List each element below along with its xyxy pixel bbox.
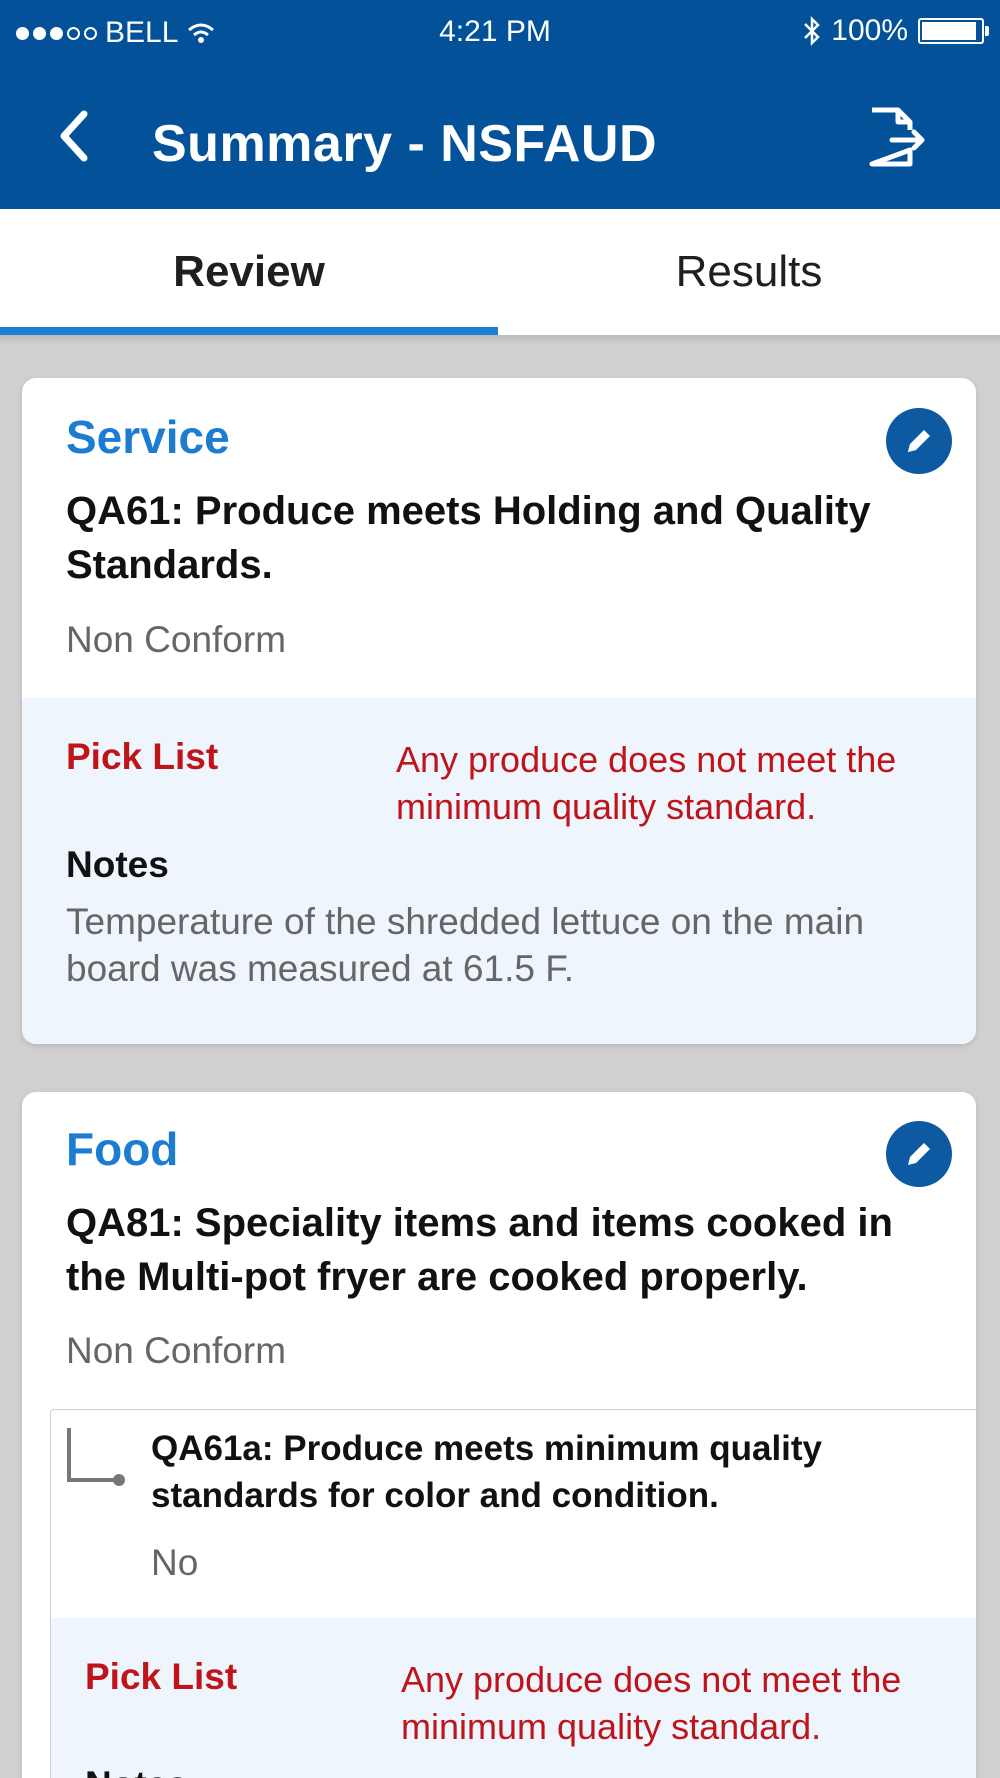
details-panel: Pick List Any produce does not meet the …	[22, 698, 976, 1044]
notes-label: Notes	[66, 844, 169, 885]
back-arrow-icon[interactable]	[52, 106, 92, 166]
pick-list-label: Pick List	[66, 736, 219, 777]
export-document-icon[interactable]	[864, 106, 930, 168]
tab-bar: Review Results	[0, 209, 1000, 335]
screen: BELL 4:21 PM 100% Summary - NSFAUD Revie…	[0, 0, 1000, 1778]
branch-connector-icon	[67, 1428, 125, 1486]
sub-question: QA61a: Produce meets minimum quality sta…	[50, 1409, 976, 1778]
sub-answer-status: No	[151, 1542, 199, 1583]
status-bar: BELL 4:21 PM 100%	[0, 0, 1000, 68]
status-right: 100%	[803, 14, 989, 48]
review-card-food: Food QA81: Speciality items and items co…	[22, 1092, 976, 1778]
card-category: Food	[66, 1123, 179, 1175]
card-category: Service	[66, 411, 230, 463]
page-title: Summary - NSFAUD	[152, 115, 657, 173]
question-text: QA81: Speciality items and items cooked …	[66, 1201, 893, 1299]
app-header: BELL 4:21 PM 100% Summary - NSFAUD	[0, 0, 1000, 209]
tab-shadow	[0, 335, 1000, 345]
nav-bar: Summary - NSFAUD	[0, 68, 1000, 209]
sub-question-text: QA61a: Produce meets minimum quality sta…	[151, 1429, 823, 1515]
sub-details-panel: Pick List Any produce does not meet the …	[51, 1618, 976, 1778]
edit-button[interactable]	[886, 408, 952, 474]
pencil-icon	[908, 1143, 930, 1165]
tab-review[interactable]: Review	[0, 209, 498, 335]
tab-results[interactable]: Results	[500, 209, 998, 335]
answer-status: Non Conform	[66, 619, 287, 660]
bluetooth-icon	[804, 15, 821, 47]
battery-percent: 100%	[831, 14, 908, 47]
battery-icon	[918, 18, 989, 44]
edit-button[interactable]	[886, 1121, 952, 1187]
pick-list-value: Any produce does not meet the minimum qu…	[396, 739, 897, 827]
question-text: QA61: Produce meets Holding and Quality …	[66, 489, 871, 587]
pencil-icon	[908, 430, 930, 452]
battery-fill	[922, 22, 976, 40]
review-card-service: Service QA61: Produce meets Holding and …	[22, 378, 976, 1044]
notes-value: Temperature of the shredded lettuce on t…	[66, 901, 865, 989]
tab-indicator	[0, 327, 498, 335]
notes-label: Notes	[85, 1764, 188, 1778]
pick-list-value: Any produce does not meet the minimum qu…	[401, 1659, 902, 1747]
answer-status: Non Conform	[66, 1330, 287, 1371]
pick-list-label: Pick List	[85, 1656, 238, 1697]
